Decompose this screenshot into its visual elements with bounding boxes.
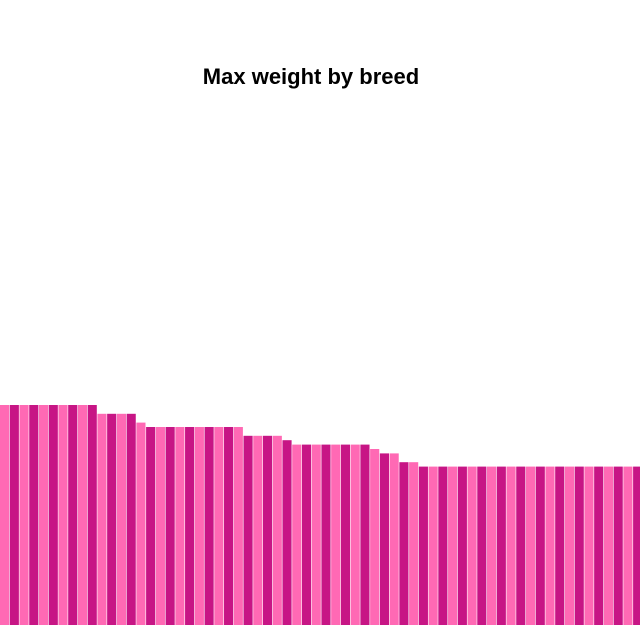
bar — [350, 444, 360, 625]
bar — [428, 466, 438, 625]
bar — [584, 466, 594, 625]
bar — [418, 466, 428, 625]
bar — [9, 405, 19, 625]
bar — [506, 466, 516, 625]
bar — [243, 435, 253, 625]
bar — [535, 466, 545, 625]
bar — [146, 427, 156, 625]
bar — [564, 466, 575, 625]
bar — [409, 462, 419, 625]
bar — [107, 413, 117, 625]
bars-group — [0, 405, 640, 625]
bar — [185, 427, 195, 625]
bar — [204, 427, 214, 625]
bar — [477, 466, 487, 625]
bar — [438, 466, 448, 625]
bar — [292, 444, 302, 625]
bar — [87, 405, 97, 625]
bar — [155, 427, 165, 625]
bar — [58, 405, 68, 625]
bar — [136, 422, 146, 625]
bar — [48, 405, 58, 625]
bar — [487, 466, 497, 625]
bar — [623, 466, 633, 625]
bar — [97, 413, 107, 625]
bar — [399, 462, 409, 625]
bar — [545, 466, 555, 625]
bar — [311, 444, 321, 625]
bar — [253, 435, 263, 625]
bar — [379, 453, 389, 625]
bar — [29, 405, 39, 625]
bar — [360, 444, 370, 625]
bar — [370, 449, 380, 625]
bar — [525, 466, 536, 625]
bar — [77, 405, 88, 625]
bar — [633, 466, 640, 625]
bar — [38, 405, 49, 625]
bar — [340, 444, 351, 625]
bar — [165, 427, 175, 625]
bar — [448, 466, 458, 625]
bar — [331, 444, 341, 625]
bar — [457, 466, 467, 625]
bar — [613, 466, 623, 625]
bar — [574, 466, 584, 625]
bar — [282, 440, 292, 625]
bar — [603, 466, 614, 625]
bar — [68, 405, 78, 625]
bar — [516, 466, 526, 625]
bar — [116, 413, 127, 625]
bar-chart — [0, 405, 640, 625]
bar — [389, 453, 399, 625]
bar — [496, 466, 506, 625]
bar — [19, 405, 29, 625]
bar — [175, 427, 185, 625]
bar — [233, 427, 243, 625]
bar — [467, 466, 477, 625]
bar — [0, 405, 10, 625]
bar — [194, 427, 204, 625]
bar — [594, 466, 604, 625]
bar — [262, 435, 273, 625]
bar — [301, 444, 312, 625]
bar — [126, 413, 136, 625]
bar — [321, 444, 331, 625]
bar — [214, 427, 224, 625]
bar — [272, 435, 282, 625]
bar — [224, 427, 234, 625]
bar — [555, 466, 565, 625]
